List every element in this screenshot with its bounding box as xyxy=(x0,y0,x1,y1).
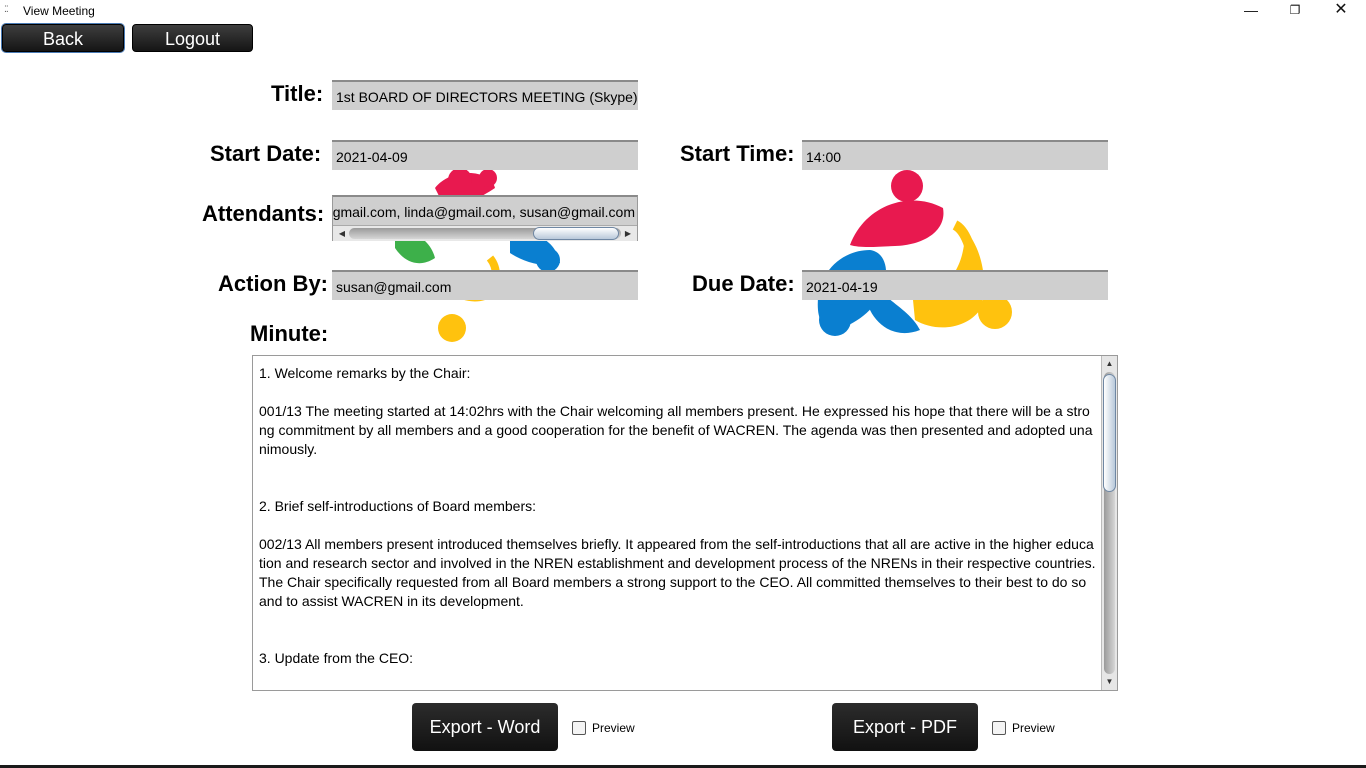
scrollbar-thumb[interactable] xyxy=(1103,374,1116,492)
action-by-field[interactable]: susan@gmail.com xyxy=(332,270,638,300)
due-date-label: Due Date: xyxy=(692,271,795,296)
attendants-field[interactable]: gmail.com, linda@gmail.com, susan@gmail.… xyxy=(332,195,638,241)
app-icon: ⁚⁚ xyxy=(4,4,9,14)
attendants-horizontal-scrollbar[interactable]: ◀ ▶ xyxy=(333,225,637,241)
scroll-up-icon[interactable]: ▲ xyxy=(1102,357,1117,371)
scroll-down-icon[interactable]: ▼ xyxy=(1102,675,1117,689)
word-preview-label: Preview xyxy=(592,721,635,735)
organization-logo-right xyxy=(817,170,1012,336)
minute-label: Minute: xyxy=(250,321,329,346)
minute-paragraph: 2. Brief self-introductions of Board mem… xyxy=(259,498,537,514)
pdf-preview-checkbox[interactable] xyxy=(992,721,1006,735)
word-preview-checkbox[interactable] xyxy=(572,721,586,735)
scroll-left-icon[interactable]: ◀ xyxy=(335,227,349,240)
close-icon[interactable]: ✕ xyxy=(1318,0,1364,22)
scrollbar-thumb[interactable] xyxy=(533,227,619,240)
logout-button[interactable]: Logout xyxy=(132,24,253,52)
start-time-field[interactable]: 14:00 xyxy=(802,140,1108,170)
action-by-label: Action By: xyxy=(218,271,328,296)
maximize-icon[interactable]: ❐ xyxy=(1272,0,1318,22)
attendants-value: gmail.com, linda@gmail.com, susan@gmail.… xyxy=(333,204,635,220)
scroll-right-icon[interactable]: ▶ xyxy=(621,227,635,240)
start-date-label: Start Date: xyxy=(210,141,322,166)
minute-textarea[interactable]: 1. Welcome remarks by the Chair: 001/13 … xyxy=(252,355,1118,691)
minimize-icon[interactable]: — xyxy=(1228,0,1274,22)
back-button[interactable]: Back xyxy=(2,24,124,52)
minute-paragraph: 3. Update from the CEO: xyxy=(259,650,414,666)
pdf-preview-label: Preview xyxy=(1012,721,1055,735)
minute-paragraph: 1. Welcome remarks by the Chair: xyxy=(259,365,471,381)
start-date-field[interactable]: 2021-04-09 xyxy=(332,140,638,170)
title-field[interactable]: 1st BOARD OF DIRECTORS MEETING (Skype) xyxy=(332,80,638,110)
minute-vertical-scrollbar[interactable]: ▲ ▼ xyxy=(1101,356,1117,690)
window-title: View Meeting xyxy=(23,4,95,18)
minute-paragraph: 001/13 The meeting started at 14:02hrs w… xyxy=(259,403,1093,457)
start-time-label: Start Time: xyxy=(680,141,795,166)
due-date-field[interactable]: 2021-04-19 xyxy=(802,270,1108,300)
minute-content[interactable]: 1. Welcome remarks by the Chair: 001/13 … xyxy=(259,364,1097,668)
minute-paragraph: 002/13 All members present introduced th… xyxy=(259,536,1096,609)
title-label: Title: xyxy=(271,81,324,106)
export-word-button[interactable]: Export - Word xyxy=(412,703,558,751)
export-pdf-button[interactable]: Export - PDF xyxy=(832,703,978,751)
attendants-label: Attendants: xyxy=(202,201,325,226)
window-titlebar: ⁚⁚ View Meeting — ❐ ✕ xyxy=(0,0,1366,22)
